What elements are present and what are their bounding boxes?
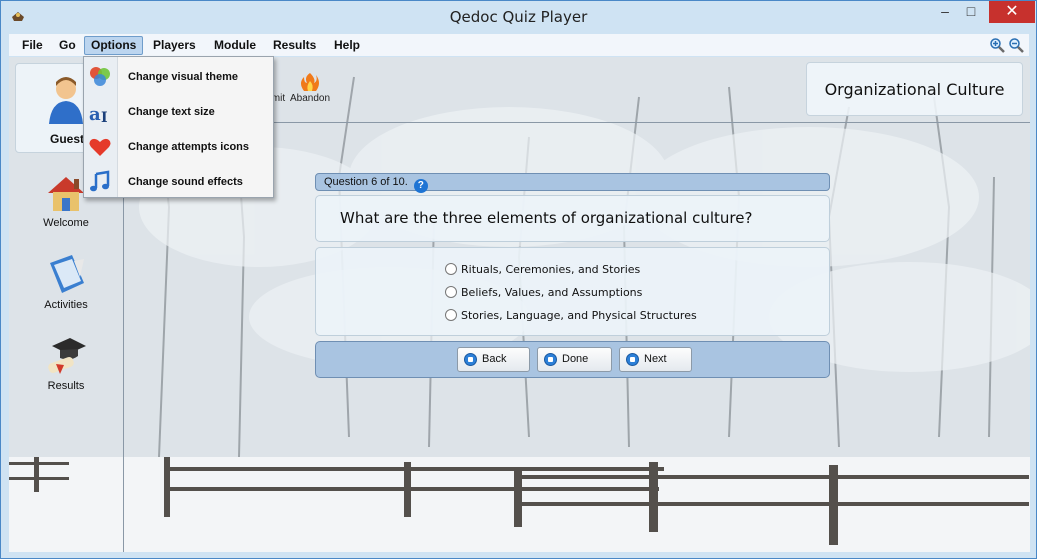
- menu-item-change-visual-theme[interactable]: Change visual theme: [84, 59, 273, 94]
- answer-option-1[interactable]: Rituals, Ceremonies, and Stories: [445, 262, 640, 280]
- menu-item-change-sound-effects[interactable]: Change sound effects: [84, 164, 273, 199]
- answer-label: Rituals, Ceremonies, and Stories: [461, 263, 641, 276]
- menu-item-label: Change visual theme: [128, 71, 239, 83]
- radio-button[interactable]: [445, 263, 457, 275]
- answer-list: Rituals, Ceremonies, and Stories Beliefs…: [315, 247, 830, 336]
- answer-option-3[interactable]: Stories, Language, and Physical Structur…: [445, 308, 697, 326]
- menu-bar: File Go Options Players Module Results H…: [9, 34, 1029, 56]
- menu-help[interactable]: Help: [327, 36, 367, 55]
- answer-label: Stories, Language, and Physical Structur…: [461, 309, 697, 322]
- menu-item-change-text-size[interactable]: a I Change text size: [84, 94, 273, 129]
- heart-icon: [89, 138, 111, 156]
- menu-file[interactable]: File: [15, 36, 50, 55]
- module-title: Organizational Culture: [806, 62, 1023, 116]
- next-button[interactable]: Next: [619, 347, 692, 372]
- answer-label: Beliefs, Values, and Assumptions: [461, 286, 643, 299]
- question-nav-bar: Back Done Next: [315, 341, 830, 378]
- menu-item-change-attempts-icons[interactable]: Change attempts icons: [84, 129, 273, 164]
- question-progress: Question 6 of 10.: [324, 176, 408, 188]
- sidebar-label-activities: Activities: [44, 299, 88, 311]
- sidebar-item-activities[interactable]: Activities: [21, 253, 111, 323]
- abandon-label: Abandon: [290, 93, 331, 104]
- menu-item-label: Change sound effects: [128, 176, 243, 188]
- text-size-icon: a I: [89, 104, 108, 124]
- house-icon: [48, 177, 84, 211]
- sidebar-label-results: Results: [47, 380, 85, 392]
- user-avatar-icon: [49, 77, 83, 124]
- sidebar-label-welcome: Welcome: [43, 217, 89, 229]
- close-button[interactable]: ✕: [989, 1, 1035, 23]
- graduation-cap-icon: [48, 338, 86, 374]
- sidebar-item-results[interactable]: Results: [21, 334, 111, 404]
- radio-button[interactable]: [445, 309, 457, 321]
- done-label: Done: [562, 353, 589, 365]
- done-icon: [544, 353, 557, 366]
- question-header: Question 6 of 10.?: [315, 173, 830, 193]
- menu-players[interactable]: Players: [146, 36, 203, 55]
- zoom-out-icon[interactable]: [1008, 37, 1024, 53]
- menu-options[interactable]: Options: [84, 36, 144, 55]
- abandon-button[interactable]: Abandon: [290, 71, 330, 104]
- menu-go[interactable]: Go: [52, 36, 83, 55]
- done-button[interactable]: Done: [537, 347, 612, 372]
- menu-item-label: Change text size: [128, 106, 215, 118]
- music-note-icon: [90, 170, 110, 192]
- title-bar: Qedoc Quiz Player – □ ✕: [1, 1, 1036, 32]
- theme-icon: [90, 67, 110, 86]
- next-icon: [626, 353, 639, 366]
- book-icon: [50, 255, 84, 293]
- options-dropdown: Change visual theme a I Change text size…: [83, 56, 274, 198]
- back-icon: [464, 353, 477, 366]
- maximize-button[interactable]: □: [958, 1, 984, 23]
- menu-results[interactable]: Results: [266, 36, 323, 55]
- back-button[interactable]: Back: [457, 347, 530, 372]
- window-title: Qedoc Quiz Player: [449, 8, 588, 26]
- question-text: What are the three elements of organizat…: [315, 195, 830, 242]
- zoom-in-icon[interactable]: [989, 37, 1005, 53]
- answer-option-2[interactable]: Beliefs, Values, and Assumptions: [445, 285, 642, 303]
- menu-module[interactable]: Module: [207, 36, 263, 55]
- fire-icon: [301, 73, 320, 91]
- help-icon[interactable]: ?: [413, 179, 428, 193]
- menu-item-label: Change attempts icons: [128, 141, 250, 153]
- svg-text:I: I: [101, 110, 108, 124]
- svg-text:a: a: [89, 104, 101, 124]
- minimize-button[interactable]: –: [932, 1, 958, 23]
- back-label: Back: [482, 353, 507, 365]
- radio-button[interactable]: [445, 286, 457, 298]
- app-window: Qedoc Quiz Player – □ ✕ File Go Options …: [0, 0, 1037, 559]
- next-label: Next: [644, 353, 667, 365]
